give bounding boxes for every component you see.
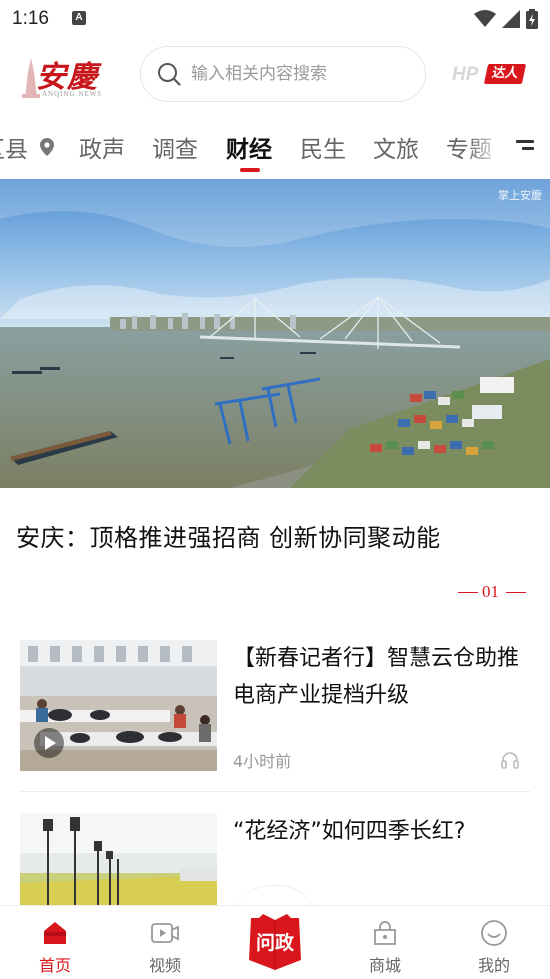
- carousel-page-number: 01: [482, 582, 499, 601]
- hp-badge-label: 达人: [483, 64, 527, 84]
- wifi-icon: [474, 10, 496, 27]
- nav-home[interactable]: 首页: [25, 918, 85, 976]
- logo-subtext: ANQING NEWS: [42, 90, 103, 98]
- search-icon: [158, 63, 181, 86]
- app-logo[interactable]: 安慶 ANQING NEWS: [22, 52, 110, 102]
- tab-wenlv[interactable]: 文旅: [373, 130, 419, 164]
- nav-profile[interactable]: 我的: [464, 918, 524, 976]
- menu-line-icon: [516, 140, 534, 143]
- nav-label-shop: 商城: [368, 956, 401, 975]
- hero-banner[interactable]: 掌上安慶: [0, 179, 550, 488]
- location-icon: [40, 138, 54, 156]
- nav-label-video: 视频: [148, 956, 181, 975]
- tab-zhengsheng[interactable]: 政声: [79, 130, 125, 164]
- hero-title[interactable]: 安庆：顶格推进强招商 创新协同聚动能: [16, 518, 441, 553]
- search-bar[interactable]: [140, 46, 426, 102]
- hero-watermark: 掌上安慶: [498, 189, 542, 202]
- hp-daren-button[interactable]: HP 达人: [452, 62, 527, 88]
- nav-wenzheng[interactable]: 问政: [241, 912, 309, 970]
- hero-image: [0, 179, 550, 488]
- tab-caijing[interactable]: 财经: [226, 130, 272, 164]
- channel-menu-button[interactable]: [506, 124, 550, 176]
- indicator-dash: [506, 592, 526, 593]
- tab-diaocha[interactable]: 调查: [152, 130, 198, 164]
- nav-label-profile: 我的: [477, 956, 510, 975]
- indicator-dash: [458, 592, 478, 593]
- list-item[interactable]: 【新春记者行】智慧云仓助推电商产业提档升级 4小时前: [20, 640, 530, 780]
- app-header: 安慶 ANQING NEWS HP 达人: [0, 44, 550, 106]
- shop-icon: [374, 921, 396, 945]
- notification-icon: A: [72, 11, 86, 25]
- tab-minsheng[interactable]: 民生: [300, 130, 346, 164]
- channel-tabs: 区县 政声 调查 财经 民生 文旅 专题: [0, 124, 550, 176]
- tab-fade: [466, 124, 506, 176]
- nav-video[interactable]: 视频: [135, 918, 195, 976]
- article-title[interactable]: 【新春记者行】智慧云仓助推电商产业提档升级: [233, 640, 533, 714]
- nav-label-home: 首页: [38, 956, 71, 975]
- search-input[interactable]: [191, 64, 411, 84]
- article-title[interactable]: “花经济”如何四季长红?: [233, 813, 533, 850]
- menu-line-icon: [522, 147, 534, 150]
- video-icon: [151, 923, 179, 943]
- headphone-icon[interactable]: [500, 750, 520, 770]
- home-icon: [44, 922, 66, 944]
- hp-text: HP: [452, 64, 479, 85]
- article-thumbnail: [20, 640, 217, 771]
- status-time: 1:16: [12, 8, 49, 29]
- signal-icon: [502, 10, 520, 28]
- profile-icon: [481, 920, 507, 946]
- carousel-page-indicator: 01: [458, 582, 528, 604]
- nav-shop[interactable]: 商城: [355, 918, 415, 976]
- active-tab-indicator: [240, 168, 260, 172]
- status-icons: [474, 8, 538, 30]
- battery-icon: [526, 9, 538, 29]
- status-bar: 1:16 A: [0, 0, 550, 40]
- tab-quxian[interactable]: 区县: [0, 130, 28, 164]
- list-divider: [20, 791, 530, 792]
- article-time: 4小时前: [233, 752, 292, 771]
- nav-label-wenzheng: 问政: [255, 932, 294, 954]
- play-icon[interactable]: [34, 728, 64, 758]
